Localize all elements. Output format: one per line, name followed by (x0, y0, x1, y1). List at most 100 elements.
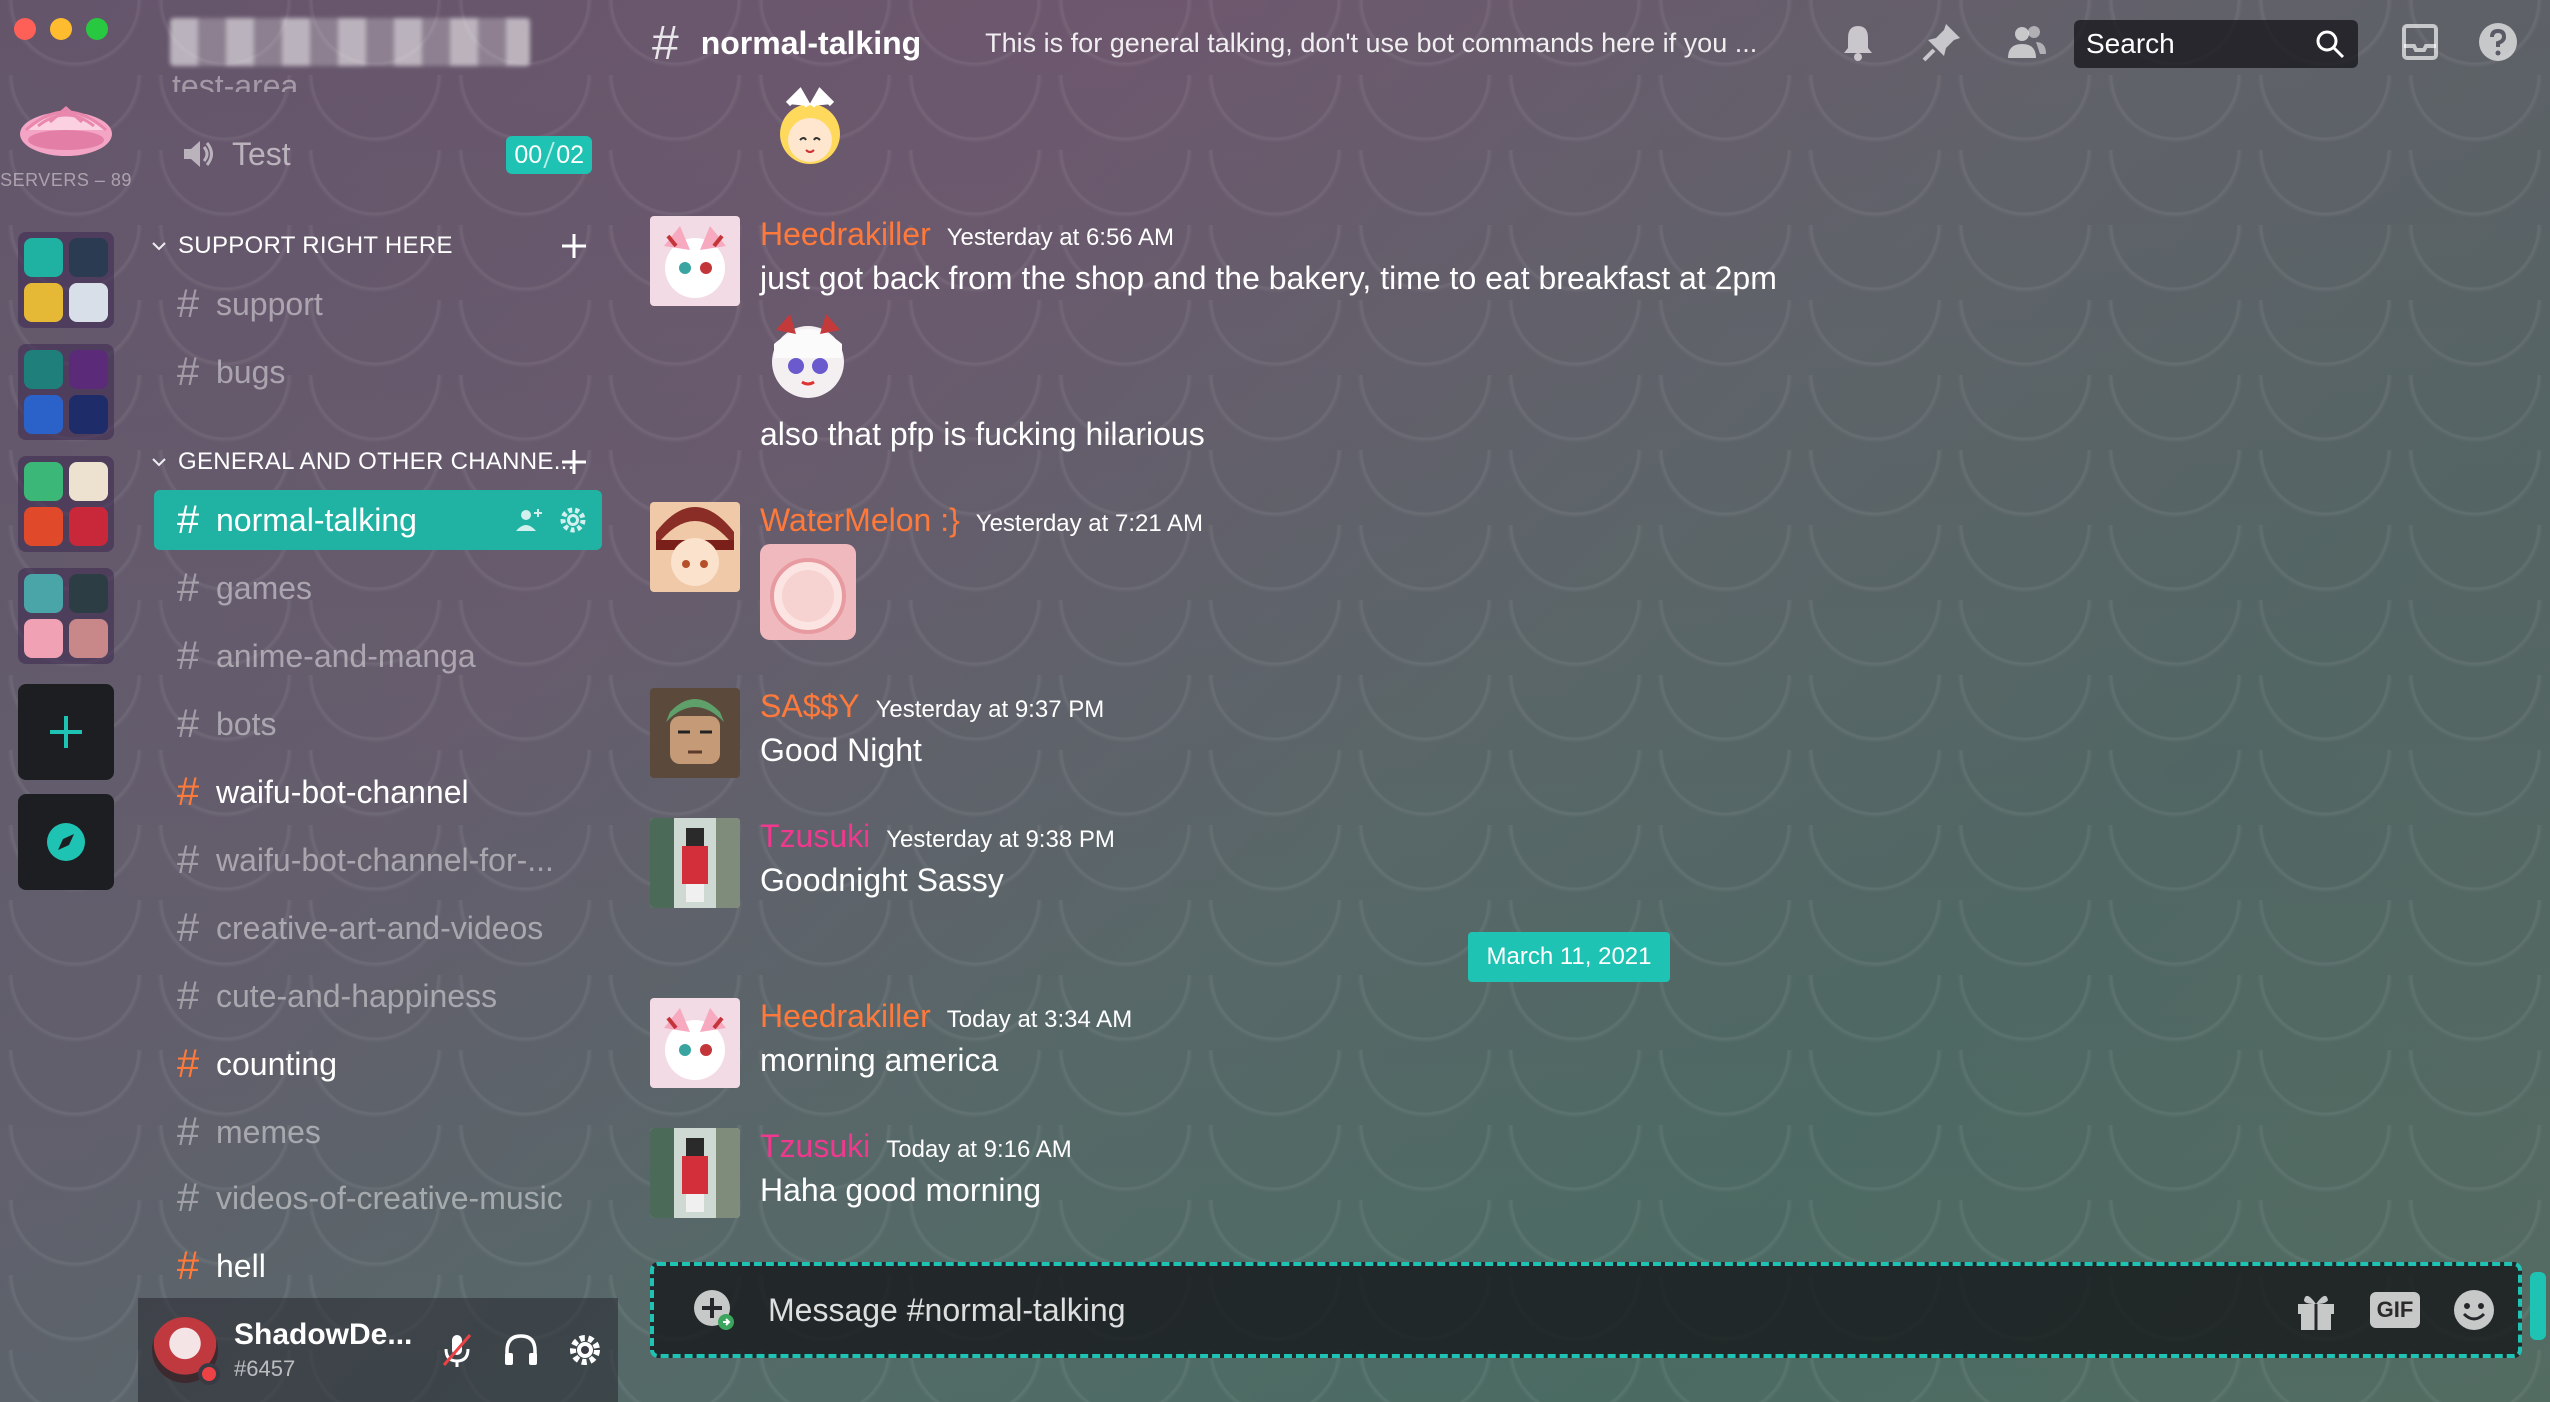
invite-icon[interactable] (514, 505, 544, 535)
home-shell-icon[interactable] (16, 100, 116, 160)
message-input[interactable] (768, 1291, 2168, 1329)
channel-hell[interactable]: # hell (154, 1236, 602, 1296)
message-author[interactable]: Tzusuki (760, 818, 870, 855)
channel-creative-art-and-videos[interactable]: # creative-art-and-videos (154, 898, 602, 958)
explore-servers-button[interactable] (18, 794, 114, 890)
servers-count-label: SERVERS – 89 (0, 170, 132, 190)
create-channel-icon[interactable] (558, 446, 590, 478)
channel-name: creative-art-and-videos (216, 909, 544, 946)
sticker-image[interactable] (770, 84, 850, 176)
inbox-icon[interactable] (2398, 20, 2442, 64)
channel-name: normal-talking (216, 501, 417, 538)
category-support[interactable]: SUPPORT RIGHT HERE (150, 224, 590, 268)
channel-waifu-bot-channel[interactable]: # waifu-bot-channel (154, 762, 602, 822)
category-label: GENERAL AND OTHER CHANNE... (178, 448, 575, 475)
channel-title: normal-talking (700, 24, 922, 61)
channel-name: games (216, 569, 313, 606)
message-author[interactable]: SA$$Y (760, 688, 860, 725)
user-settings-gear-icon[interactable] (566, 1331, 604, 1369)
hash-icon: # (176, 1175, 200, 1220)
gif-button[interactable]: GIF (2370, 1292, 2420, 1328)
channel-cute-and-happiness[interactable]: # cute-and-happiness (154, 966, 602, 1026)
hash-icon: # (176, 1041, 200, 1086)
message-timestamp: Yesterday at 7:21 AM (975, 510, 1204, 537)
message-composer: GIF (650, 1262, 2522, 1358)
channel-name: counting (216, 1045, 337, 1082)
user-identity[interactable]: ShadowDe... #6457 (234, 1318, 412, 1382)
message-text: just got back from the shop and the bake… (760, 260, 1777, 296)
message-timestamp: Yesterday at 9:37 PM (875, 696, 1105, 723)
channel-name: memes (216, 1113, 321, 1150)
voice-channel-test[interactable]: Test 00 02 (170, 128, 610, 180)
gift-icon[interactable] (2292, 1286, 2340, 1334)
voice-counter-left: 00 (514, 140, 543, 169)
channel-header: # normal-talking This is for general tal… (640, 0, 2550, 86)
message-author[interactable]: Heedrakiller (760, 998, 931, 1035)
hash-icon: # (176, 973, 200, 1018)
channel-games[interactable]: # games (154, 558, 602, 618)
message-author[interactable]: Tzusuki (760, 1128, 870, 1165)
channel-name: waifu-bot-channel (216, 773, 469, 810)
hash-icon: # (176, 701, 200, 746)
server-folder-2[interactable] (18, 344, 114, 440)
add-server-button[interactable] (18, 684, 114, 780)
channel-normal-talking[interactable]: # normal-talking (154, 490, 602, 550)
channel-counting[interactable]: # counting (154, 1034, 602, 1094)
message-list[interactable]: Heedrakiller Yesterday at 6:56 AM just g… (640, 84, 2550, 1340)
help-icon[interactable] (2476, 20, 2520, 64)
attach-plus-icon[interactable] (690, 1286, 738, 1334)
channel-videos-of-creative-music[interactable]: # videos-of-creative-music (154, 1168, 602, 1228)
bell-icon[interactable] (1836, 20, 1880, 64)
member-list-icon[interactable] (2004, 20, 2048, 64)
create-channel-icon[interactable] (558, 230, 590, 262)
search-input[interactable]: Search (2074, 20, 2358, 68)
scrollbar-thumb[interactable] (2530, 1272, 2546, 1340)
avatar[interactable] (650, 818, 740, 908)
message-timestamp: Yesterday at 6:56 AM (946, 224, 1174, 251)
channel-bugs[interactable]: # bugs (154, 342, 602, 402)
user-panel: ShadowDe... #6457 (138, 1298, 618, 1402)
message-text: also that pfp is fucking hilarious (760, 416, 1205, 452)
speaker-icon (184, 141, 213, 167)
chevron-down-icon (152, 458, 166, 467)
message-text: morning america (760, 1042, 999, 1078)
avatar[interactable] (650, 1128, 740, 1218)
emoji-icon[interactable] (2450, 1286, 2498, 1334)
channel-support[interactable]: # support (154, 274, 602, 334)
microphone-muted-icon[interactable] (438, 1331, 476, 1369)
avatar[interactable] (152, 1317, 220, 1385)
channel-name: videos-of-creative-music (216, 1179, 563, 1216)
search-placeholder: Search (2086, 28, 2175, 59)
message-timestamp: Today at 3:34 AM (946, 1006, 1133, 1033)
avatar[interactable] (650, 502, 740, 592)
channel-topic[interactable]: This is for general talking, don't use b… (985, 28, 1805, 59)
channel-partial[interactable]: test-area (172, 68, 298, 92)
message-author[interactable]: WaterMelon :} (760, 502, 960, 539)
channel-waifu-bot-channel-for[interactable]: # waifu-bot-channel-for-... (154, 830, 602, 890)
pin-icon[interactable] (1920, 20, 1964, 64)
channel-name: support (216, 285, 323, 322)
sticker-image[interactable] (760, 544, 856, 640)
username: ShadowDe... (234, 1318, 413, 1351)
status-dnd-indicator (198, 1363, 220, 1385)
category-general[interactable]: GENERAL AND OTHER CHANNE... (150, 440, 590, 484)
server-folder-4[interactable] (18, 568, 114, 664)
message-author[interactable]: Heedrakiller (760, 216, 931, 253)
gear-icon[interactable] (558, 505, 588, 535)
channel-anime-and-manga[interactable]: # anime-and-manga (154, 626, 602, 686)
avatar[interactable] (650, 216, 740, 306)
message-timestamp: Today at 9:16 AM (886, 1136, 1072, 1163)
hash-icon: # (176, 837, 200, 882)
server-name-obscured (170, 18, 530, 66)
channel-name: hell (216, 1247, 266, 1284)
channel-bots[interactable]: # bots (154, 694, 602, 754)
headphones-icon[interactable] (502, 1331, 540, 1369)
channel-memes[interactable]: # memes (154, 1102, 602, 1162)
voice-user-counter: 00 02 (506, 136, 592, 174)
sticker-image[interactable] (760, 308, 856, 404)
avatar[interactable] (650, 688, 740, 778)
server-folder-1[interactable] (18, 232, 114, 328)
server-folder-3[interactable] (18, 456, 114, 552)
avatar[interactable] (650, 998, 740, 1088)
hash-icon: # (176, 565, 200, 610)
